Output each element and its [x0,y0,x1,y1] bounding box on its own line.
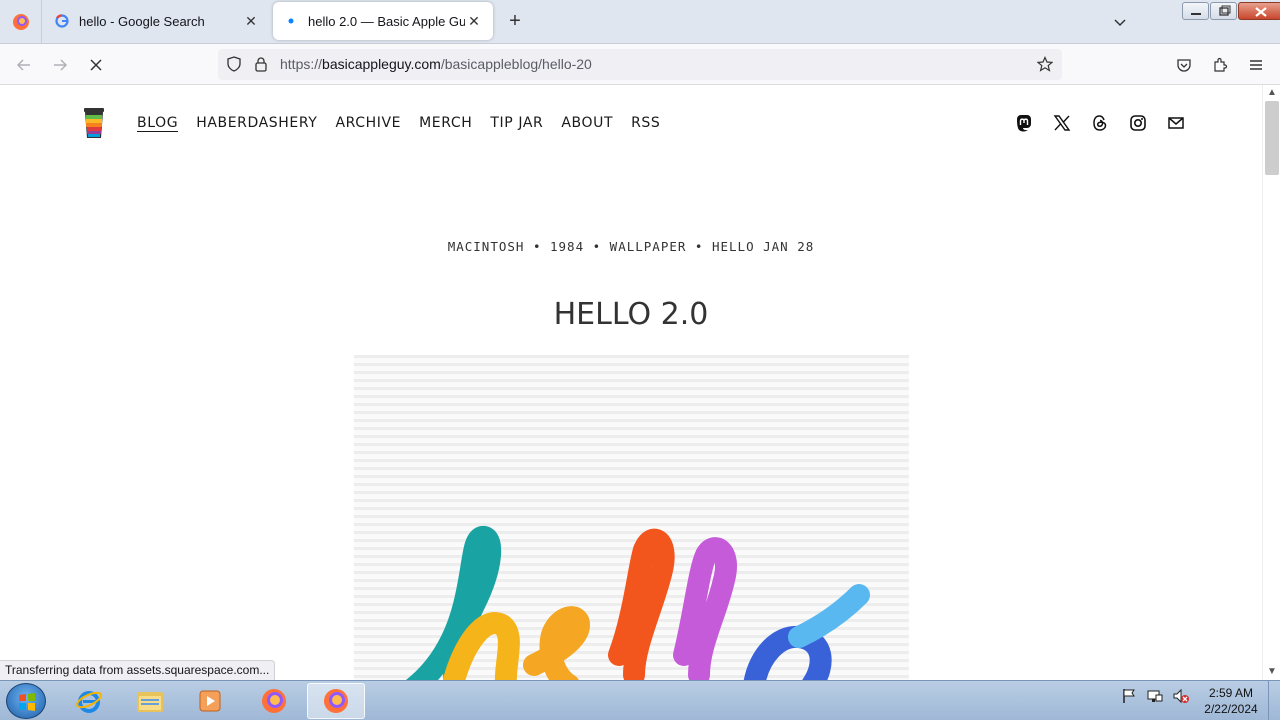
nav-blog[interactable]: BLOG [137,115,179,132]
internet-explorer-icon [76,691,102,713]
puzzle-icon [1214,57,1228,72]
nav-about[interactable]: ABOUT [561,115,613,132]
hamburger-menu-icon [1250,60,1262,70]
tab-strip: hello - Google Search ✕ hello 2.0 — Basi… [0,0,1280,44]
taskbar-firefox[interactable] [245,683,303,719]
folder-icon [137,692,163,712]
lock-icon[interactable] [254,56,268,77]
chevron-down-icon [1114,19,1126,27]
arrow-right-icon [54,59,68,71]
post-title: HELLO 2.0 [553,297,709,332]
network-icon[interactable] [1146,687,1164,710]
x-icon[interactable] [1052,113,1072,133]
forward-button[interactable] [47,52,73,78]
hello-wallpaper-image [354,355,909,680]
email-icon[interactable] [1166,113,1186,133]
stop-loading-button[interactable] [83,52,109,78]
windows-logo-icon [19,693,35,711]
site-navigation: BLOG HABERDASHERY ARCHIVE MERCH TIP JAR … [137,115,678,132]
taskbar-internet-explorer[interactable] [60,683,118,719]
tab-google-search[interactable]: hello - Google Search ✕ [44,2,270,40]
media-player-icon [199,690,221,712]
firefox-view-button[interactable] [0,0,42,44]
taskbar-media-player[interactable] [181,683,239,719]
back-button[interactable] [11,52,37,78]
tracking-protection-shield-icon[interactable] [226,56,242,77]
url-domain: basicappleguy.com [322,56,441,72]
minimize-button[interactable] [1182,2,1209,20]
social-links [1014,113,1186,133]
restore-button[interactable] [1210,2,1237,20]
stop-icon [90,59,102,71]
clock-date: 2/22/2024 [1204,702,1258,716]
tab-basic-apple-guy[interactable]: hello 2.0 — Basic Apple Guy ✕ [273,2,493,40]
clock-time: 2:59 AM [1208,686,1254,700]
page-scrollbar[interactable]: ▲ ▼ [1262,85,1280,680]
mastodon-icon[interactable] [1014,113,1034,133]
scrollbar-thumb[interactable] [1265,101,1279,175]
site-logo-cup-icon[interactable] [82,107,106,139]
instagram-icon[interactable] [1128,113,1148,133]
volume-muted-icon[interactable] [1172,687,1190,710]
nav-archive[interactable]: ARCHIVE [335,115,401,132]
close-window-button[interactable] [1238,2,1280,20]
pocket-icon [1177,59,1191,72]
firefox-icon [324,689,348,713]
status-bar: Transferring data from assets.squarespac… [0,660,276,680]
firefox-icon [262,689,286,713]
url-bar[interactable]: https://basicappleguy.com/basicappleblog… [218,49,1062,80]
close-tab-icon[interactable]: ✕ [465,13,483,30]
action-center-flag-icon[interactable] [1120,687,1138,710]
scroll-up-arrow-icon[interactable]: ▲ [1267,88,1277,98]
nav-tip-jar[interactable]: TIP JAR [490,115,543,132]
url-text[interactable]: https://basicappleguy.com/basicappleblog… [280,56,592,72]
google-icon [54,13,70,29]
window-controls [1181,2,1280,20]
bookmark-star-icon[interactable] [1036,56,1054,77]
threads-icon[interactable] [1090,113,1110,133]
nav-haberdashery[interactable]: HABERDASHERY [196,115,317,132]
list-all-tabs-button[interactable] [1110,12,1130,32]
system-tray [1120,687,1190,710]
taskbar-clock[interactable]: 2:59 AM 2/22/2024 [1196,685,1266,717]
tab-title: hello 2.0 — Basic Apple Guy [308,13,465,29]
url-scheme: https:// [280,56,323,72]
extensions-button[interactable] [1207,52,1233,78]
tab-title: hello - Google Search [79,13,205,29]
arrow-left-icon [16,59,30,71]
taskbar-firefox-active[interactable] [307,683,365,719]
nav-rss[interactable]: RSS [631,115,660,132]
post-tags[interactable]: MACINTOSH • 1984 • WALLPAPER • HELLO JAN… [0,239,1262,254]
new-tab-button[interactable]: + [505,10,525,32]
start-button[interactable] [6,683,46,719]
firefox-icon [12,14,29,30]
close-tab-icon[interactable]: ✕ [242,13,260,30]
loading-dot-icon [283,13,299,29]
nav-merch[interactable]: MERCH [419,115,472,132]
windows-taskbar: 2:59 AM 2/22/2024 [0,680,1280,720]
show-desktop-button[interactable] [1268,681,1280,720]
scroll-down-arrow-icon[interactable]: ▼ [1267,667,1277,677]
pocket-button[interactable] [1171,52,1197,78]
web-page: BLOG HABERDASHERY ARCHIVE MERCH TIP JAR … [0,85,1262,680]
app-menu-button[interactable] [1243,52,1269,78]
taskbar-file-explorer[interactable] [121,683,179,719]
navigation-toolbar: https://basicappleguy.com/basicappleblog… [0,44,1280,85]
url-path: /basicappleblog/hello-20 [440,56,592,72]
